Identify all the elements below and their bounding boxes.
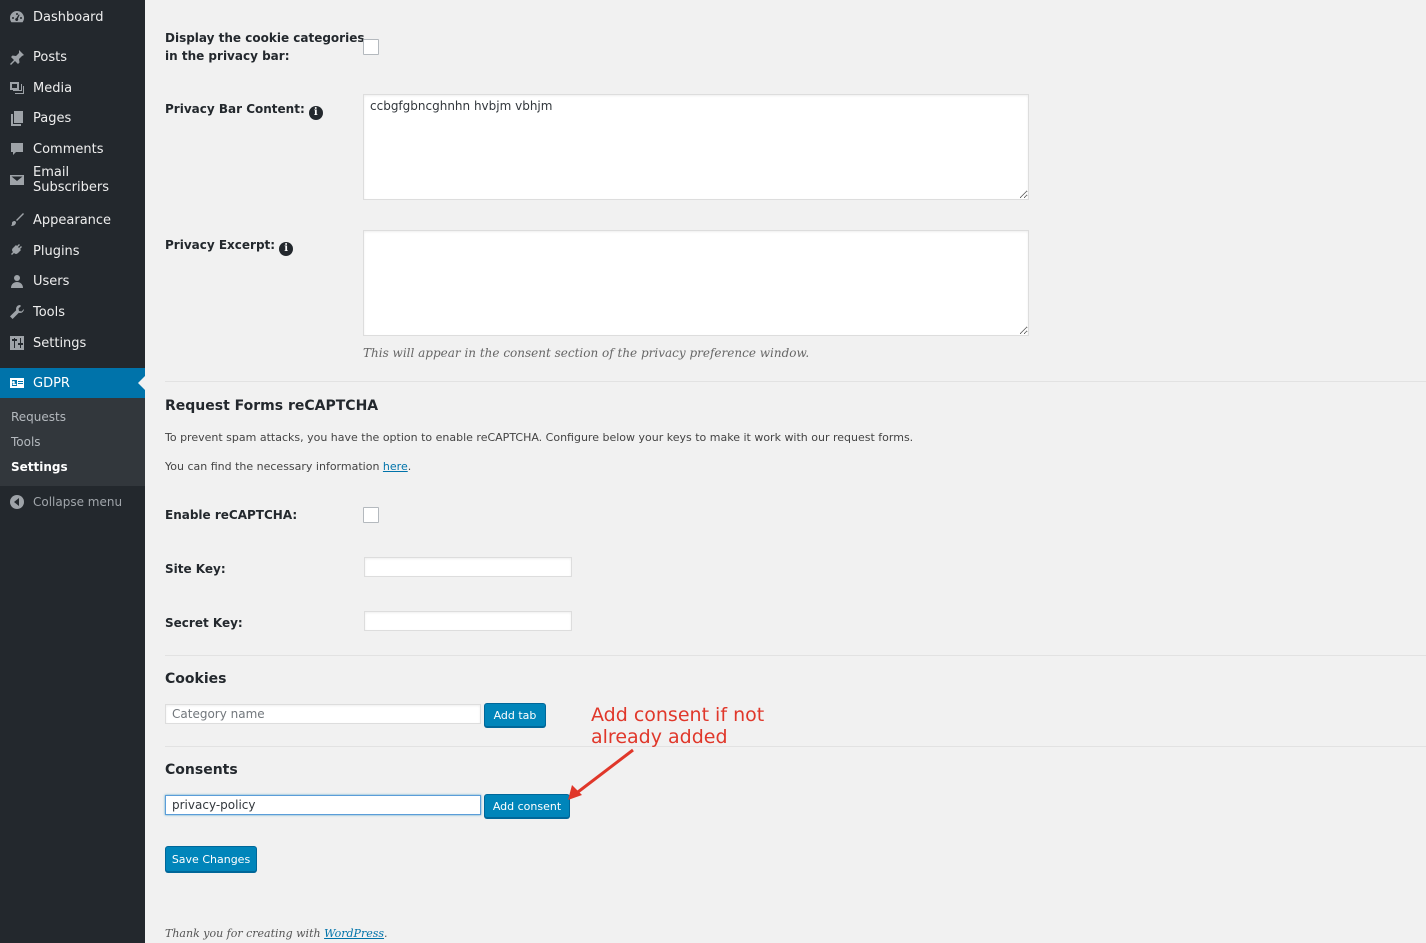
display-cookie-categories-label: Display the cookie categories in the pri… bbox=[165, 29, 365, 65]
secret-key-input[interactable] bbox=[364, 611, 572, 631]
sidebar-item-dashboard[interactable]: Dashboard bbox=[0, 3, 145, 31]
footer-suffix: . bbox=[384, 927, 388, 940]
recaptcha-heading: Request Forms reCAPTCHA bbox=[165, 398, 379, 414]
cookies-heading: Cookies bbox=[165, 671, 227, 687]
gdpr-submenu: Requests Tools Settings bbox=[0, 398, 145, 486]
collapse-menu-button[interactable]: Collapse menu bbox=[0, 488, 145, 516]
sidebar-item-label: Appearance bbox=[33, 212, 112, 228]
submenu-settings[interactable]: Settings bbox=[11, 460, 68, 474]
info-icon[interactable]: i bbox=[279, 242, 294, 256]
label-text: Privacy Bar Content: bbox=[165, 102, 305, 116]
consent-name-input[interactable] bbox=[165, 795, 481, 815]
save-changes-button[interactable]: Save Changes bbox=[165, 846, 257, 872]
sidebar-item-users[interactable]: Users bbox=[0, 267, 145, 295]
add-tab-button[interactable]: Add tab bbox=[484, 703, 546, 727]
sidebar-item-tools[interactable]: Tools bbox=[0, 298, 145, 326]
info-suffix: . bbox=[407, 460, 412, 473]
secret-key-label: Secret Key: bbox=[165, 616, 243, 630]
sidebar-item-gdpr[interactable]: GDPR bbox=[0, 368, 145, 398]
sidebar-item-label: Plugins bbox=[33, 243, 80, 259]
envelope-icon bbox=[9, 172, 25, 188]
pin-icon bbox=[9, 49, 25, 65]
wordpress-link[interactable]: WordPress bbox=[324, 927, 384, 940]
wrench-icon bbox=[9, 304, 25, 320]
submenu-requests[interactable]: Requests bbox=[11, 410, 66, 424]
enable-recaptcha-checkbox[interactable] bbox=[363, 507, 379, 523]
info-prefix: You can find the necessary information bbox=[165, 460, 383, 473]
sidebar-item-label: Media bbox=[33, 80, 73, 96]
user-icon bbox=[9, 273, 25, 289]
label-line-1: Display the cookie categories bbox=[165, 31, 365, 45]
divider bbox=[165, 746, 1426, 747]
sidebar-item-label: GDPR bbox=[33, 375, 70, 391]
site-key-label: Site Key: bbox=[165, 562, 226, 576]
annotation-line-1: Add consent if not bbox=[591, 704, 765, 726]
sidebar-item-label: Tools bbox=[33, 304, 66, 320]
media-icon bbox=[9, 80, 25, 96]
comment-icon bbox=[9, 141, 25, 157]
privacy-bar-content-label: Privacy Bar Content: i bbox=[165, 100, 323, 120]
sidebar-item-label: Email Subscribers bbox=[33, 165, 109, 195]
plug-icon bbox=[9, 243, 25, 259]
sidebar-item-label: Pages bbox=[33, 110, 72, 126]
submenu-tools[interactable]: Tools bbox=[11, 435, 41, 449]
label-line-2: in the privacy bar: bbox=[165, 49, 290, 63]
sidebar-item-label: Dashboard bbox=[33, 9, 104, 25]
enable-recaptcha-label: Enable reCAPTCHA: bbox=[165, 508, 298, 522]
annotation-arrow-icon bbox=[568, 748, 634, 800]
sidebar-item-comments[interactable]: Comments bbox=[0, 135, 145, 163]
admin-sidebar: Dashboard Posts Media Pages Comments Ema… bbox=[0, 0, 145, 943]
brush-icon bbox=[9, 212, 25, 228]
display-cookie-categories-checkbox[interactable] bbox=[363, 39, 379, 55]
category-name-input[interactable] bbox=[165, 704, 481, 724]
sidebar-item-media[interactable]: Media bbox=[0, 74, 145, 102]
sidebar-item-plugins[interactable]: Plugins bbox=[0, 237, 145, 265]
sidebar-item-pages[interactable]: Pages bbox=[0, 104, 145, 132]
sidebar-item-posts[interactable]: Posts bbox=[0, 43, 145, 71]
sidebar-item-settings[interactable]: Settings bbox=[0, 329, 145, 357]
privacy-excerpt-description: This will appear in the consent section … bbox=[363, 346, 810, 360]
recaptcha-description: To prevent spam attacks, you have the op… bbox=[165, 431, 914, 444]
pages-icon bbox=[9, 110, 25, 126]
privacy-excerpt-label: Privacy Excerpt: i bbox=[165, 236, 294, 256]
sidebar-item-label: Comments bbox=[33, 141, 104, 157]
sidebar-item-appearance[interactable]: Appearance bbox=[0, 206, 145, 234]
annotation-text: Add consent if not already added bbox=[591, 704, 764, 748]
divider bbox=[165, 381, 1426, 382]
site-key-input[interactable] bbox=[364, 557, 572, 577]
id-card-icon bbox=[9, 375, 25, 391]
collapse-menu-label: Collapse menu bbox=[33, 495, 123, 509]
recaptcha-here-link[interactable]: here bbox=[383, 460, 408, 473]
info-icon[interactable]: i bbox=[308, 106, 323, 120]
sidebar-item-label: Users bbox=[33, 273, 70, 289]
dashboard-icon bbox=[9, 9, 25, 25]
privacy-bar-content-textarea[interactable]: ccbgfgbncghnhn hvbjm vbhjm bbox=[363, 94, 1029, 200]
sidebar-item-label: Posts bbox=[33, 49, 67, 65]
privacy-excerpt-textarea[interactable] bbox=[363, 230, 1029, 336]
footer-prefix: Thank you for creating with bbox=[165, 927, 325, 940]
sidebar-item-email-subscribers[interactable]: Email Subscribers bbox=[0, 165, 145, 195]
sliders-icon bbox=[9, 335, 25, 351]
sidebar-item-label: Settings bbox=[33, 335, 87, 351]
footer-text: Thank you for creating with WordPress. bbox=[165, 927, 388, 940]
collapse-arrow-icon bbox=[10, 495, 24, 509]
consents-heading: Consents bbox=[165, 762, 238, 778]
divider bbox=[165, 655, 1426, 656]
add-consent-button[interactable]: Add consent bbox=[484, 794, 570, 818]
label-text: Privacy Excerpt: bbox=[165, 238, 276, 252]
recaptcha-info-text: You can find the necessary information h… bbox=[165, 460, 411, 473]
